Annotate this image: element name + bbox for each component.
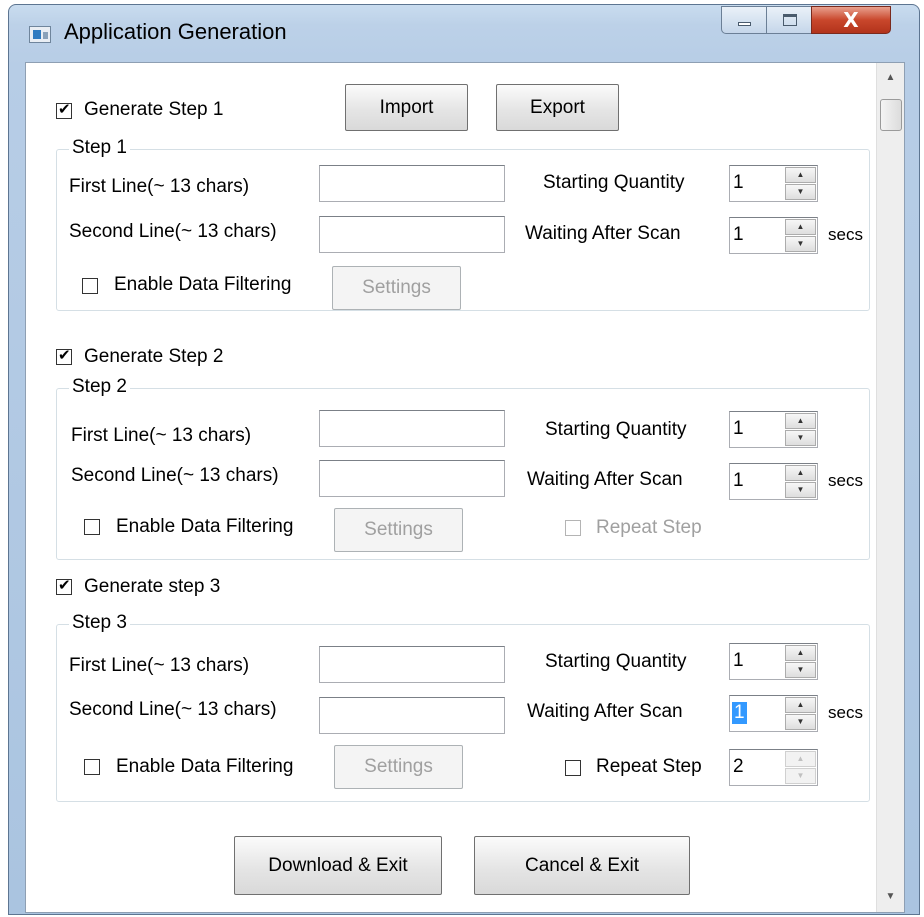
step1-starting-quantity-spinner[interactable]: 1 ▲ ▼ <box>729 165 818 202</box>
step2-secs-label: secs <box>828 471 863 490</box>
step1-waiting-spinner[interactable]: 1 ▲ ▼ <box>729 217 818 254</box>
step3-repeat-count-value: 2 <box>733 756 744 777</box>
step3-waiting-spinner[interactable]: 1 ▲ ▼ <box>729 695 818 732</box>
scrollbar-thumb[interactable] <box>880 99 902 131</box>
spin-down-icon[interactable]: ▼ <box>785 714 816 730</box>
step1-waiting-value: 1 <box>733 224 744 245</box>
generate-step3-checkbox[interactable] <box>56 576 72 595</box>
generate-step2-checkbox[interactable] <box>56 346 72 365</box>
close-button[interactable]: X <box>811 6 891 34</box>
spin-up-icon[interactable]: ▲ <box>785 465 816 481</box>
minimize-button[interactable] <box>721 6 767 34</box>
step3-second-line-input[interactable] <box>319 697 505 734</box>
step3-data-filtering-checkbox[interactable] <box>84 759 100 775</box>
step2-starting-quantity-spinner[interactable]: 1 ▲ ▼ <box>729 411 818 448</box>
step2-second-line-label: Second Line(~ 13 chars) <box>71 465 279 486</box>
step1-settings-button[interactable]: Settings <box>332 266 461 310</box>
step1-second-line-input[interactable] <box>319 216 505 253</box>
step3-data-filtering-label: Enable Data Filtering <box>116 756 294 777</box>
step2-repeat-step-checkbox[interactable] <box>565 520 581 536</box>
step1-legend: Step 1 <box>69 137 130 159</box>
spin-down-icon[interactable]: ▼ <box>785 662 816 678</box>
step1-starting-quantity-label: Starting Quantity <box>543 172 685 193</box>
vertical-scrollbar[interactable]: ▲ ▼ <box>876 63 904 912</box>
import-button[interactable]: Import <box>345 84 468 131</box>
step1-data-filtering-checkbox[interactable] <box>82 278 98 294</box>
generate-step1-checkbox[interactable] <box>56 100 72 119</box>
spin-down-icon[interactable]: ▼ <box>785 768 816 784</box>
step1-second-line-label: Second Line(~ 13 chars) <box>69 221 277 242</box>
spin-up-icon[interactable]: ▲ <box>785 167 816 183</box>
step3-starting-quantity-value: 1 <box>733 650 744 671</box>
spin-up-icon[interactable]: ▲ <box>785 413 816 429</box>
step3-repeat-count-spinner[interactable]: 2 ▲ ▼ <box>729 749 818 786</box>
step2-repeat-step-label: Repeat Step <box>596 517 702 538</box>
step3-first-line-input[interactable] <box>319 646 505 683</box>
step3-waiting-value: 1 <box>732 702 747 724</box>
spin-up-icon[interactable]: ▲ <box>785 751 816 767</box>
download-exit-button[interactable]: Download & Exit <box>234 836 442 895</box>
step2-settings-button[interactable]: Settings <box>334 508 463 552</box>
step3-repeat-step-label: Repeat Step <box>596 756 702 777</box>
step1-group: Step 1 First Line(~ 13 chars) Second Lin… <box>56 137 870 311</box>
spin-down-icon[interactable]: ▼ <box>785 184 816 200</box>
close-icon: X <box>843 8 859 32</box>
spin-up-icon[interactable]: ▲ <box>785 219 816 235</box>
app-icon <box>29 26 51 43</box>
step2-data-filtering-label: Enable Data Filtering <box>116 516 294 537</box>
application-generation-window: Application Generation X Generate Step 1… <box>8 4 920 915</box>
spin-down-icon[interactable]: ▼ <box>785 482 816 498</box>
step3-group: Step 3 First Line(~ 13 chars) Second Lin… <box>56 612 870 802</box>
step2-legend: Step 2 <box>69 376 130 398</box>
scroll-up-icon[interactable]: ▲ <box>877 65 904 91</box>
dialog-client-area: Generate Step 1 Import Export Step 1 Fir… <box>25 62 905 913</box>
step1-waiting-label: Waiting After Scan <box>525 223 681 244</box>
cancel-exit-button[interactable]: Cancel & Exit <box>474 836 690 895</box>
maximize-button[interactable] <box>766 6 812 34</box>
step3-legend: Step 3 <box>69 612 130 634</box>
generate-step1-label: Generate Step 1 <box>84 99 224 120</box>
step3-secs-label: secs <box>828 703 863 722</box>
step1-secs-label: secs <box>828 225 863 244</box>
spin-up-icon[interactable]: ▲ <box>785 697 816 713</box>
spin-down-icon[interactable]: ▼ <box>785 236 816 252</box>
step2-waiting-value: 1 <box>733 470 744 491</box>
step3-settings-button[interactable]: Settings <box>334 745 463 789</box>
step2-waiting-label: Waiting After Scan <box>527 469 683 490</box>
spin-up-icon[interactable]: ▲ <box>785 645 816 661</box>
generate-step3-label: Generate step 3 <box>84 576 221 597</box>
step3-first-line-label: First Line(~ 13 chars) <box>69 655 250 676</box>
step2-first-line-label: First Line(~ 13 chars) <box>71 425 252 446</box>
spin-down-icon[interactable]: ▼ <box>785 430 816 446</box>
step3-waiting-label: Waiting After Scan <box>527 701 683 722</box>
scroll-down-icon[interactable]: ▼ <box>877 884 904 910</box>
step2-first-line-input[interactable] <box>319 410 505 447</box>
step3-second-line-label: Second Line(~ 13 chars) <box>69 699 277 720</box>
export-button[interactable]: Export <box>496 84 619 131</box>
step1-data-filtering-label: Enable Data Filtering <box>114 274 292 295</box>
step2-starting-quantity-value: 1 <box>733 418 744 439</box>
step2-starting-quantity-label: Starting Quantity <box>545 419 687 440</box>
step2-second-line-input[interactable] <box>319 460 505 497</box>
step3-starting-quantity-label: Starting Quantity <box>545 651 687 672</box>
step2-data-filtering-checkbox[interactable] <box>84 519 100 535</box>
step3-repeat-step-checkbox[interactable] <box>565 760 581 776</box>
step3-starting-quantity-spinner[interactable]: 1 ▲ ▼ <box>729 643 818 680</box>
step1-first-line-input[interactable] <box>319 165 505 202</box>
step2-group: Step 2 First Line(~ 13 chars) Second Lin… <box>56 376 870 560</box>
window-title: Application Generation <box>64 19 287 44</box>
step2-waiting-spinner[interactable]: 1 ▲ ▼ <box>729 463 818 500</box>
step1-first-line-label: First Line(~ 13 chars) <box>69 176 250 197</box>
step1-starting-quantity-value: 1 <box>733 172 744 193</box>
generate-step2-label: Generate Step 2 <box>84 346 224 367</box>
